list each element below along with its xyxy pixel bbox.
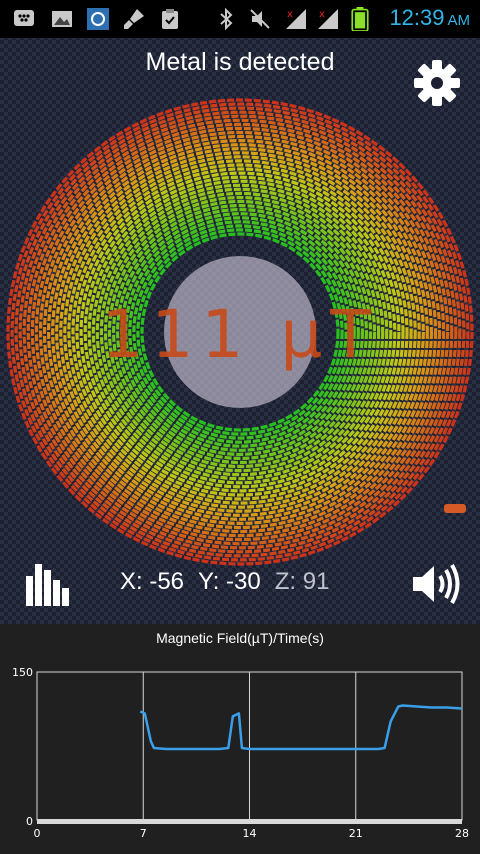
app-icon xyxy=(87,8,109,30)
z-readout: Z: 91 xyxy=(274,568,330,595)
chart-title: Magnetic Field(µT)/Time(s) xyxy=(156,630,324,646)
x-tick-label: 0 xyxy=(34,827,41,840)
svg-text:x: x xyxy=(319,9,325,20)
speaker-icon[interactable] xyxy=(410,562,460,606)
x-tick-label: 14 xyxy=(243,827,257,840)
detection-status-title: Metal is detected xyxy=(145,48,335,76)
axis-readout: X: -56 Y: -30 Z: 91 xyxy=(120,568,343,596)
series-line xyxy=(139,704,463,751)
x-tick-label: 28 xyxy=(455,827,469,840)
svg-text:x: x xyxy=(287,9,293,20)
y-tick-label: 150 xyxy=(12,666,33,679)
x-tick-label: 7 xyxy=(140,827,147,840)
x-tick-label: 21 xyxy=(349,827,363,840)
field-strength-value: 111 µT xyxy=(101,296,379,373)
signal-icon: x xyxy=(286,9,306,29)
signal-icon: x xyxy=(318,9,338,29)
x-axis-baseline xyxy=(37,819,462,824)
magnetic-field-graph-panel: 0 7 14 21 28 150 0 Magnetic Field(µT)/Time(s) xyxy=(0,624,480,854)
status-bar: x x 12:39 AM xyxy=(0,0,480,38)
clipboard-icon xyxy=(162,9,178,29)
clock-ampm: AM xyxy=(447,12,471,29)
y-tick-label: 0 xyxy=(26,815,33,828)
brush-icon xyxy=(124,9,144,29)
mute-icon xyxy=(250,9,270,29)
status-clock: 12:39 AM xyxy=(389,5,470,31)
y-readout: Y: -30 xyxy=(198,568,261,595)
magnetic-field-chart: 0 7 14 21 28 150 0 xyxy=(12,666,469,840)
battery-icon xyxy=(351,7,369,31)
bbm-icon xyxy=(14,10,34,26)
bar-chart-icon[interactable] xyxy=(24,562,70,606)
gallery-icon xyxy=(52,11,72,27)
side-handle[interactable] xyxy=(444,504,466,513)
bluetooth-icon xyxy=(220,7,233,31)
x-readout: X: -56 xyxy=(120,568,185,595)
clock-time: 12:39 xyxy=(389,5,445,30)
